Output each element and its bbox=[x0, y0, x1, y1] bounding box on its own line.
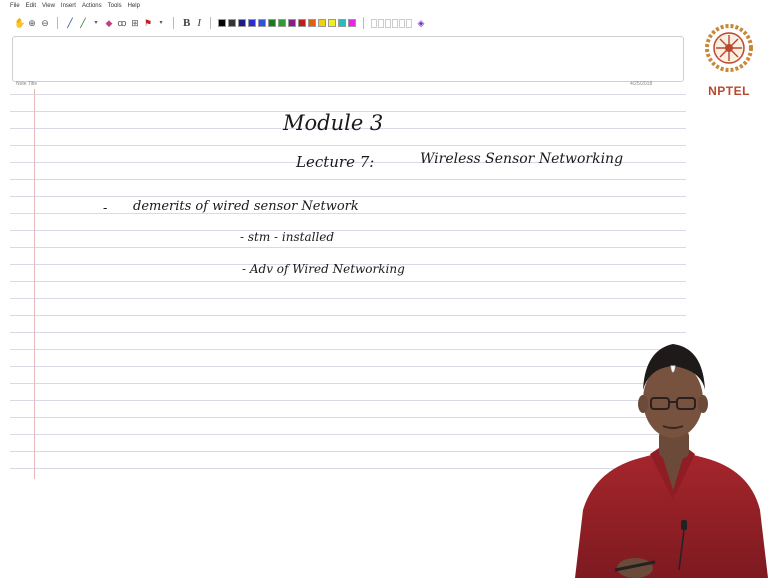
note-date: 4/25/2018 bbox=[630, 81, 653, 87]
add-tool-icon[interactable]: ◈ bbox=[416, 18, 426, 28]
rule-line bbox=[10, 230, 686, 231]
bullet-dash: - bbox=[103, 201, 108, 216]
color-swatch-12[interactable] bbox=[338, 19, 347, 27]
rule-line bbox=[10, 298, 686, 299]
pen-tool-icon[interactable]: ╱ bbox=[65, 18, 75, 28]
note-title-label: Note Title bbox=[16, 81, 38, 87]
pen-width-swatch[interactable] bbox=[371, 18, 378, 28]
nptel-emblem-icon bbox=[705, 24, 753, 72]
menu-help[interactable]: Help bbox=[128, 3, 140, 9]
color-swatch-0[interactable] bbox=[218, 19, 227, 27]
note-title-area[interactable] bbox=[12, 36, 684, 82]
color-swatch-2[interactable] bbox=[238, 19, 247, 27]
rule-line bbox=[10, 315, 686, 316]
logo-text: NPTEL bbox=[708, 84, 750, 98]
color-swatch-13[interactable] bbox=[348, 19, 357, 27]
chevron-down-icon[interactable]: ▾ bbox=[91, 18, 101, 28]
bold-button[interactable]: B bbox=[181, 17, 192, 29]
presenter-video bbox=[575, 344, 768, 578]
toolbar: ✋ ⊕ ⊖ ╱ ╱ ▾ ◆ ꝏ ⊞ ⚑ ▾ B I ◈ bbox=[0, 13, 690, 33]
lasso-select-icon[interactable]: ꝏ bbox=[117, 18, 127, 28]
zoom-in-icon[interactable]: ⊕ bbox=[27, 18, 37, 28]
zoom-out-icon[interactable]: ⊖ bbox=[40, 18, 50, 28]
margin-line bbox=[34, 89, 35, 479]
color-swatch-10[interactable] bbox=[318, 19, 327, 27]
color-swatch-1[interactable] bbox=[228, 19, 237, 27]
nptel-logo: NPTEL bbox=[703, 18, 755, 100]
rule-line bbox=[10, 247, 686, 248]
rule-line bbox=[10, 196, 686, 197]
menu-insert[interactable]: Insert bbox=[61, 3, 76, 9]
menu-actions[interactable]: Actions bbox=[82, 3, 102, 9]
menu-view[interactable]: View bbox=[42, 3, 55, 9]
color-swatch-5[interactable] bbox=[268, 19, 277, 27]
rule-line bbox=[10, 179, 686, 180]
note-line-2: - stm - installed bbox=[240, 230, 335, 244]
pen-width-swatch[interactable] bbox=[378, 18, 385, 28]
heading-module: Module 3 bbox=[283, 111, 384, 135]
color-swatch-11[interactable] bbox=[328, 19, 337, 27]
pen-width-swatch[interactable] bbox=[392, 18, 399, 28]
menu-edit[interactable]: Edit bbox=[26, 3, 36, 9]
rule-line bbox=[10, 145, 686, 146]
color-swatch-3[interactable] bbox=[248, 19, 257, 27]
lecture-label: Lecture 7: bbox=[296, 153, 375, 171]
note-line-3: - Adv of Wired Networking bbox=[242, 262, 405, 276]
lecture-topic: Wireless Sensor Networking bbox=[420, 151, 624, 167]
pen-tool-icon-2[interactable]: ╱ bbox=[78, 18, 88, 28]
menu-bar: File Edit View Insert Actions Tools Help bbox=[0, 0, 690, 12]
pen-width-swatch[interactable] bbox=[399, 18, 406, 28]
flag-icon[interactable]: ⚑ bbox=[143, 18, 153, 28]
note-line-1: demerits of wired sensor Network bbox=[133, 199, 359, 214]
eraser-icon[interactable]: ◆ bbox=[104, 18, 114, 28]
rule-line bbox=[10, 94, 686, 95]
rule-line bbox=[10, 281, 686, 282]
toolbar-divider bbox=[363, 17, 365, 29]
toolbar-divider bbox=[210, 17, 212, 29]
color-swatch-7[interactable] bbox=[288, 19, 297, 27]
menu-file[interactable]: File bbox=[10, 3, 20, 9]
color-swatch-4[interactable] bbox=[258, 19, 267, 27]
color-swatches bbox=[218, 19, 357, 27]
insert-space-icon[interactable]: ⊞ bbox=[130, 18, 140, 28]
toolbar-divider bbox=[57, 17, 58, 29]
pen-width-swatch[interactable] bbox=[385, 18, 392, 28]
italic-button[interactable]: I bbox=[195, 17, 203, 29]
menu-tools[interactable]: Tools bbox=[108, 3, 122, 9]
more-options-icon[interactable]: ▾ bbox=[156, 18, 166, 28]
toolbar-divider bbox=[173, 17, 174, 29]
color-swatch-6[interactable] bbox=[278, 19, 287, 27]
color-swatch-9[interactable] bbox=[308, 19, 317, 27]
color-swatch-8[interactable] bbox=[298, 19, 307, 27]
pen-width-swatch[interactable] bbox=[406, 18, 413, 28]
hand-pan-icon[interactable]: ✋ bbox=[14, 18, 25, 28]
pen-width-swatches bbox=[371, 18, 413, 28]
